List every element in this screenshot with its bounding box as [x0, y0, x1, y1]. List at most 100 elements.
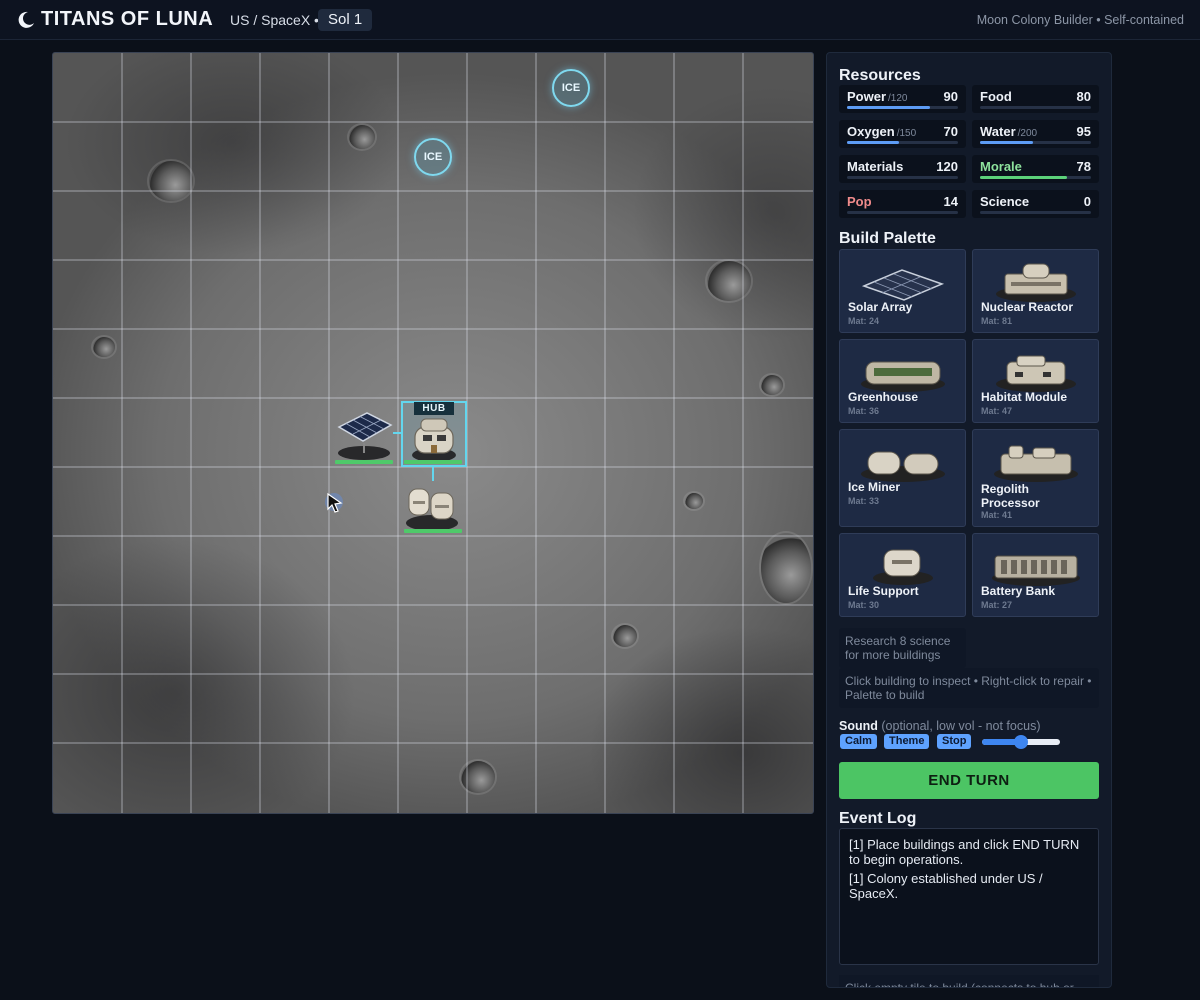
- resource-value: 120: [936, 159, 958, 174]
- build-card-name: Solar Array: [848, 300, 913, 314]
- resource-bar: [847, 211, 958, 214]
- build-card-battery-bank[interactable]: Battery Bank Mat: 27: [972, 533, 1099, 617]
- footer-hint: Click empty tile to build (connects to h…: [839, 975, 1099, 987]
- colony-map[interactable]: ICE ICE HUB: [52, 52, 814, 814]
- build-card-cost: Mat: 33: [848, 496, 880, 506]
- habitat-module-icon: [996, 355, 1076, 392]
- hub-label: HUB: [414, 402, 454, 415]
- resource-bar: [980, 106, 1091, 109]
- battery-bank-icon: [992, 555, 1080, 586]
- building-health-bar: [335, 460, 393, 464]
- resource-value: 70: [943, 124, 958, 139]
- log-entry: [1] Place buildings and click END TURN t…: [849, 837, 1080, 867]
- build-card-solar-array[interactable]: Solar Array Mat: 24: [839, 249, 966, 333]
- sol-badge: Sol 1: [318, 9, 373, 31]
- build-card-name: Life Support: [848, 584, 919, 598]
- resource-label: Materials: [847, 159, 904, 174]
- building-health-bar: [404, 460, 462, 464]
- cursor-icon: [325, 492, 343, 513]
- resource-name: Morale: [980, 159, 1024, 174]
- help-note: Click building to inspect • Right-click …: [839, 668, 1099, 708]
- event-log[interactable]: [1] Place buildings and click END TURN t…: [839, 828, 1099, 965]
- resource-value: 14: [943, 194, 958, 209]
- resource-oxygen: Oxygen/150 70: [839, 120, 966, 148]
- resource-morale: Morale 78: [972, 155, 1099, 183]
- resource-label: Water: [980, 124, 1016, 139]
- resource-bar-fill: [980, 176, 1067, 179]
- research-note: Research 8 science for more buildings: [839, 628, 966, 668]
- resource-power: Power/120 90: [839, 85, 966, 113]
- build-palette-title: Build Palette: [839, 230, 936, 247]
- resource-max: /150: [896, 128, 917, 139]
- resource-bar: [847, 141, 958, 144]
- build-card-name: Ice Miner: [848, 480, 901, 494]
- resource-value: 90: [943, 89, 958, 104]
- build-card-life-support[interactable]: Life Support Mat: 30: [839, 533, 966, 617]
- top-bar: TITANS OF LUNA US / SpaceX • Sol 1 Moon …: [0, 0, 1200, 40]
- resource-label: Power: [847, 89, 887, 104]
- resource-name: Power/120: [847, 89, 907, 104]
- resource-bar: [980, 141, 1091, 144]
- resource-label: Oxygen: [847, 124, 895, 139]
- resource-name: Food: [980, 89, 1014, 104]
- resource-bar: [980, 176, 1091, 179]
- build-card-cost: Mat: 30: [848, 600, 880, 610]
- sound-label-text: Sound: [839, 719, 878, 733]
- resource-bar-fill: [980, 141, 1033, 144]
- nuclear-reactor-icon: [996, 263, 1076, 302]
- faction-label: US / SpaceX •: [230, 12, 319, 28]
- build-card-name: Habitat Module: [981, 390, 1067, 404]
- resource-bar: [847, 106, 958, 109]
- event-log-title: Event Log: [839, 810, 917, 827]
- ice-deposit-marker[interactable]: ICE: [552, 69, 590, 107]
- build-card-cost: Mat: 36: [848, 406, 880, 416]
- greenhouse-icon: [861, 361, 945, 392]
- sound-hint: (optional, low vol - not focus): [881, 719, 1041, 733]
- resource-label: Pop: [847, 194, 872, 209]
- resource-label: Science: [980, 194, 1030, 209]
- resource-value: 80: [1076, 89, 1091, 104]
- resource-bar: [980, 211, 1091, 214]
- resource-materials: Materials 120: [839, 155, 966, 183]
- regolith-processor-icon: [994, 445, 1078, 482]
- build-card-cost: Mat: 27: [981, 600, 1013, 610]
- volume-slider-thumb[interactable]: [1014, 735, 1028, 749]
- resource-name: Pop: [847, 194, 874, 209]
- build-card-cost: Mat: 41: [981, 510, 1013, 520]
- sound-theme-button[interactable]: Theme: [884, 734, 930, 749]
- build-card-name: Nuclear Reactor: [981, 300, 1074, 314]
- resource-max: /120: [888, 93, 908, 104]
- resource-science: Science 0: [972, 190, 1099, 218]
- resource-value: 0: [1083, 194, 1091, 209]
- ice-miner-icon: [861, 451, 945, 482]
- resource-label: Food: [980, 89, 1012, 104]
- side-panel: Resources Power/120 90 Food 80 Oxygen/150 70 W…: [826, 52, 1112, 988]
- build-card-greenhouse[interactable]: Greenhouse Mat: 36: [839, 339, 966, 423]
- sound-stop-button[interactable]: Stop: [937, 734, 972, 749]
- build-card-habitat-module[interactable]: Habitat Module Mat: 47: [972, 339, 1099, 423]
- resource-value: 78: [1076, 159, 1091, 174]
- sound-calm-button[interactable]: Calm: [840, 734, 877, 749]
- resource-label: Morale: [980, 159, 1022, 174]
- resource-water: Water/200 95: [972, 120, 1099, 148]
- volume-slider[interactable]: [982, 735, 1060, 749]
- ice-deposit-marker[interactable]: ICE: [414, 138, 452, 176]
- resource-bar-fill: [847, 141, 900, 144]
- build-card-cost: Mat: 81: [981, 316, 1013, 326]
- resources-title: Resources: [839, 67, 921, 84]
- build-card-regolith-processor[interactable]: Regolith Processor Mat: 41: [972, 429, 1099, 527]
- build-card-cost: Mat: 24: [848, 316, 880, 326]
- end-turn-button[interactable]: END TURN: [839, 762, 1099, 799]
- log-entry: [1] Colony established under US / SpaceX…: [849, 871, 1043, 901]
- build-card-name: Regolith Processor: [981, 482, 1040, 510]
- tagline: Moon Colony Builder • Self-contained: [976, 13, 1184, 27]
- moon-icon: [18, 11, 34, 28]
- build-card-nuclear-reactor[interactable]: Nuclear Reactor Mat: 81: [972, 249, 1099, 333]
- resource-bar-fill: [847, 106, 931, 109]
- life-support-icon: [873, 549, 933, 585]
- resource-value: 95: [1076, 124, 1091, 139]
- build-card-name: Greenhouse: [848, 390, 919, 404]
- build-card-name: Battery Bank: [981, 584, 1056, 598]
- sound-label: Sound (optional, low vol - not focus): [839, 719, 1040, 733]
- build-card-ice-miner[interactable]: Ice Miner Mat: 33: [839, 429, 966, 527]
